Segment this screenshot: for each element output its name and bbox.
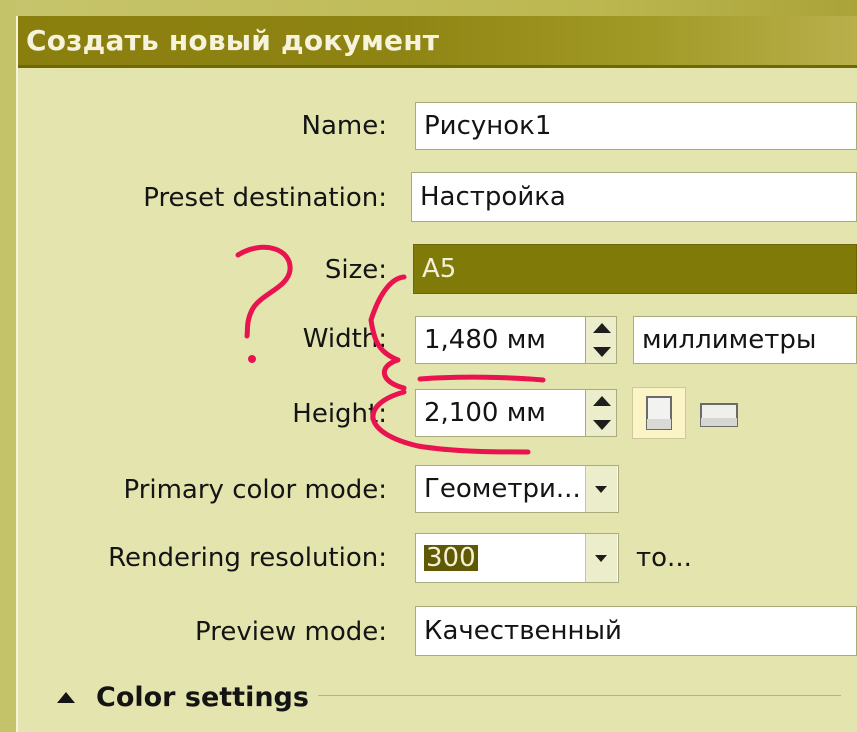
color-settings-heading: Color settings bbox=[96, 681, 309, 713]
portrait-orientation-button[interactable] bbox=[632, 387, 686, 439]
triangle-up-icon bbox=[57, 692, 75, 703]
portrait-page-icon bbox=[646, 396, 672, 430]
section-divider bbox=[318, 695, 841, 696]
preset-destination-select[interactable]: Настройка bbox=[411, 172, 857, 222]
height-value: 2,100 мм bbox=[424, 398, 546, 428]
width-input[interactable]: 1,480 мм bbox=[415, 316, 587, 364]
width-value: 1,480 мм bbox=[424, 325, 546, 355]
preset-destination-value: Настройка bbox=[420, 182, 566, 212]
preview-mode-label: Preview mode: bbox=[195, 617, 387, 647]
height-label: Height: bbox=[292, 399, 387, 429]
window-frame-top bbox=[0, 0, 857, 16]
preview-mode-value: Качественный bbox=[424, 616, 622, 646]
primary-color-mode-label: Primary color mode: bbox=[123, 475, 387, 505]
rendering-resolution-value: 300 bbox=[424, 543, 478, 573]
landscape-orientation-button[interactable] bbox=[698, 400, 740, 430]
name-value: Рисунок1 bbox=[424, 111, 552, 141]
triangle-up-icon[interactable] bbox=[593, 396, 611, 406]
size-label: Size: bbox=[324, 255, 387, 285]
dialog-titlebar[interactable]: Создать новый документ bbox=[18, 16, 857, 68]
triangle-down-icon[interactable] bbox=[593, 347, 611, 357]
triangle-down-icon[interactable] bbox=[593, 420, 611, 430]
chevron-down-icon bbox=[595, 555, 607, 562]
width-spinner[interactable] bbox=[585, 316, 617, 364]
window-frame-left bbox=[0, 0, 16, 732]
height-input[interactable]: 2,100 мм bbox=[415, 389, 587, 437]
primary-color-mode-value: Геометри... bbox=[424, 474, 581, 504]
preset-destination-label: Preset destination: bbox=[143, 183, 387, 213]
width-label: Width: bbox=[302, 324, 387, 354]
preview-mode-select[interactable]: Качественный bbox=[415, 606, 857, 656]
landscape-page-icon bbox=[700, 403, 738, 427]
name-label: Name: bbox=[301, 111, 387, 141]
resolution-unit-label: то... bbox=[636, 543, 692, 573]
size-select[interactable]: A5 bbox=[413, 244, 857, 294]
name-input[interactable]: Рисунок1 bbox=[415, 102, 857, 150]
color-settings-toggle[interactable]: Color settings bbox=[56, 680, 316, 714]
dialog-title: Создать новый документ bbox=[26, 24, 440, 57]
primary-color-mode-dropdown-button[interactable] bbox=[585, 466, 617, 512]
units-select[interactable]: миллиметры bbox=[633, 316, 857, 364]
size-value: A5 bbox=[422, 254, 457, 284]
units-value: миллиметры bbox=[642, 325, 817, 355]
rendering-resolution-label: Rendering resolution: bbox=[108, 543, 387, 573]
rendering-resolution-dropdown-button[interactable] bbox=[585, 534, 617, 582]
triangle-up-icon[interactable] bbox=[593, 323, 611, 333]
chevron-down-icon bbox=[595, 486, 607, 493]
height-spinner[interactable] bbox=[585, 389, 617, 437]
